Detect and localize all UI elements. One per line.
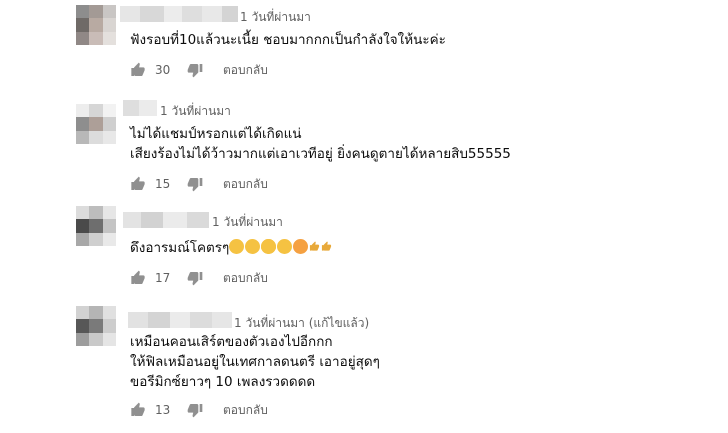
comment-text: ไม่ได้แชมป์หรอกแต่ได้เกิดแน่ เสียงร้องไม… — [130, 124, 511, 164]
thumbs-up-icon[interactable] — [130, 176, 146, 192]
reply-button[interactable]: ตอบกลับ — [223, 269, 268, 288]
comment-line: ขอรีมิกซ์ยาวๆ 10 เพลงรวดดดด — [130, 374, 316, 390]
like-count: 15 — [155, 177, 171, 191]
comment-line: เสียงร้องไม่ได้ว้าวมากแต่เอาเวทีอยู่ ยิ่… — [130, 146, 511, 162]
smiling-face-emoji — [229, 239, 245, 254]
comment-text: ฟังรอบที่10แล้วนะเนี้ย ชอบมากกกเป็นกำลัง… — [130, 30, 446, 50]
comment-time[interactable]: 1 วันที่ผ่านมา (แก้ไขแล้ว) — [234, 314, 369, 333]
author-name-blurred[interactable] — [123, 212, 209, 228]
author-name-blurred[interactable] — [123, 100, 157, 116]
sunglasses-emoji — [277, 239, 293, 254]
avatar[interactable] — [76, 306, 116, 346]
comment-actions: 13 ตอบกลับ — [130, 400, 268, 420]
comment-text: เหมือนคอนเสิร์ตของตัวเองไปอีกกก ให้ฟิลเห… — [130, 332, 380, 392]
avatar[interactable] — [76, 104, 116, 144]
avatar[interactable] — [76, 5, 116, 45]
thumbs-down-icon[interactable] — [187, 270, 203, 286]
thumbs-down-icon[interactable] — [187, 62, 203, 78]
thumbs-down-icon[interactable] — [187, 176, 203, 192]
comment-actions: 17 ตอบกลับ — [130, 268, 268, 288]
comment-line: ไม่ได้แชมป์หรอกแต่ได้เกิดแน่ — [130, 126, 302, 142]
reply-button[interactable]: ตอบกลับ — [223, 175, 268, 194]
comment-line: ฟังรอบที่10แล้วนะเนี้ย ชอบมากกกเป็นกำลัง… — [130, 32, 446, 48]
comment-time[interactable]: 1 วันที่ผ่านมา — [160, 102, 231, 121]
reply-button[interactable]: ตอบกลับ — [223, 401, 268, 420]
thumbs-up-icon[interactable] — [130, 270, 146, 286]
like-count: 30 — [155, 63, 171, 77]
heart-eyes-emoji — [293, 239, 309, 254]
comment-line: เหมือนคอนเสิร์ตของตัวเองไปอีกกก — [130, 334, 333, 350]
comment-line-text: ดึงอารมณ์โคตรๆ — [130, 240, 230, 256]
comment-actions: 30 ตอบกลับ — [130, 60, 268, 80]
thumbs-up-icon[interactable] — [130, 402, 146, 418]
author-name-blurred[interactable] — [120, 6, 238, 22]
comment-text: ดึงอารมณ์โคตรๆ — [130, 238, 333, 258]
sunglasses-emoji — [261, 239, 277, 254]
author-name-blurred[interactable] — [128, 312, 232, 328]
reply-button[interactable]: ตอบกลับ — [223, 61, 268, 80]
thumbs-down-icon[interactable] — [187, 402, 203, 418]
comment-time[interactable]: 1 วันที่ผ่านมา — [212, 213, 283, 232]
comment-line: ดึงอารมณ์โคตรๆ — [130, 238, 333, 258]
like-count: 17 — [155, 271, 171, 285]
avatar[interactable] — [76, 206, 116, 246]
thumbs-up-emoji — [322, 241, 332, 251]
like-count: 13 — [155, 403, 171, 417]
comment-time[interactable]: 1 วันที่ผ่านมา — [240, 8, 311, 27]
thumbs-up-icon[interactable] — [130, 62, 146, 78]
thumbs-up-emoji — [310, 241, 320, 251]
smiling-face-emoji — [245, 239, 261, 254]
comment-line: ให้ฟิลเหมือนอยู่ในเทศกาลดนตรี เอาอยู่สุด… — [130, 354, 380, 370]
comment-actions: 15 ตอบกลับ — [130, 174, 268, 194]
